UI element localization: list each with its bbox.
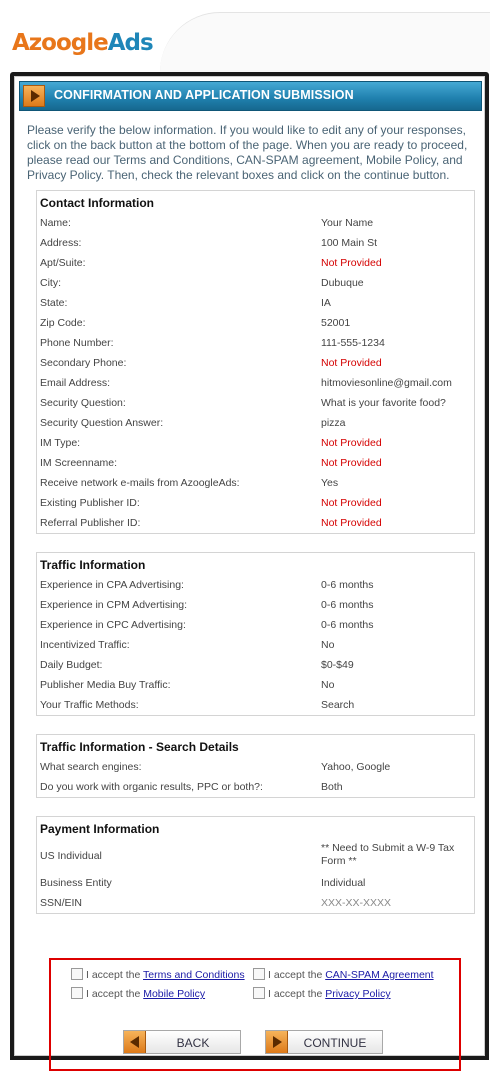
table-row: Experience in CPC Advertising: 0-6 months xyxy=(40,619,374,631)
arrow-left-icon xyxy=(124,1031,146,1053)
table-row: Security Question: What is your favorite … xyxy=(40,397,446,409)
table-row: Business Entity Individual xyxy=(40,877,366,889)
mobile-policy-link[interactable]: Mobile Policy xyxy=(143,988,205,1000)
canspam-agreement: I accept the CAN-SPAM Agreement xyxy=(253,968,434,981)
canspam-link[interactable]: CAN-SPAM Agreement xyxy=(325,969,433,981)
table-row: Existing Publisher ID: Not Provided xyxy=(40,497,382,509)
title-bar: CONFIRMATION AND APPLICATION SUBMISSION xyxy=(19,81,482,111)
agreement-box: I accept the Terms and Conditions I acce… xyxy=(49,958,461,1071)
table-row: US Individual ** Need to Submit a W-9 Tax… xyxy=(40,842,455,867)
continue-button[interactable]: CONTINUE xyxy=(265,1030,383,1054)
mobile-checkbox[interactable] xyxy=(71,987,83,999)
terms-agreement: I accept the Terms and Conditions xyxy=(71,968,245,981)
table-row: City: Dubuque xyxy=(40,277,364,289)
section-heading: Contact Information xyxy=(40,196,154,210)
table-row: Address: 100 Main St xyxy=(40,237,378,249)
intro-text: Please verify the below information. If … xyxy=(27,123,468,182)
table-row: Apt/Suite: Not Provided xyxy=(40,257,382,269)
privacy-checkbox[interactable] xyxy=(253,987,265,999)
panel-content: CONFIRMATION AND APPLICATION SUBMISSION … xyxy=(14,76,485,1071)
table-row: State: IA xyxy=(40,297,331,309)
header-background xyxy=(160,12,490,72)
search-details-section: Traffic Information - Search Details Wha… xyxy=(36,734,475,798)
table-row: Security Question Answer: pizza xyxy=(40,417,346,429)
table-row: IM Screenname: Not Provided xyxy=(40,457,382,469)
table-row: Incentivized Traffic: No xyxy=(40,639,335,651)
table-row: Zip Code: 52001 xyxy=(40,317,351,329)
table-row: Publisher Media Buy Traffic: No xyxy=(40,679,335,691)
table-row: What search engines: Yahoo, Google xyxy=(40,761,391,773)
section-heading: Traffic Information - Search Details xyxy=(40,740,239,754)
table-row: Your Traffic Methods: Search xyxy=(40,699,355,711)
privacy-agreement: I accept the Privacy Policy xyxy=(253,987,391,1000)
page-title: CONFIRMATION AND APPLICATION SUBMISSION xyxy=(54,88,354,102)
table-row: Email Address: hitmoviesonline@gmail.com xyxy=(40,377,452,389)
table-row: Daily Budget: $0-$49 xyxy=(40,659,354,671)
table-row: Experience in CPA Advertising: 0-6 months xyxy=(40,579,374,591)
mobile-agreement: I accept the Mobile Policy xyxy=(71,987,205,1000)
azoogleads-logo[interactable]: AzoogleAds xyxy=(12,30,154,56)
contact-rows: Name: Your Name Address: 100 Main St Apt/S… xyxy=(37,213,474,533)
table-row: Name: Your Name xyxy=(40,217,374,229)
privacy-policy-link[interactable]: Privacy Policy xyxy=(325,988,390,1000)
table-row: Do you work with organic results, PPC or… xyxy=(40,781,343,793)
arrow-right-icon xyxy=(23,85,45,107)
table-row: Referral Publisher ID: Not Provided xyxy=(40,517,382,529)
traffic-section: Traffic Information Experience in CPA Ad… xyxy=(36,552,475,716)
table-row: SSN/EIN XXX-XX-XXXX xyxy=(40,897,392,909)
back-button[interactable]: BACK xyxy=(123,1030,241,1054)
payment-section: Payment Information US Individual ** Need… xyxy=(36,816,475,914)
terms-checkbox[interactable] xyxy=(71,968,83,980)
table-row: Secondary Phone: Not Provided xyxy=(40,357,382,369)
table-row: Phone Number: 111-555-1234 xyxy=(40,337,385,349)
table-row: Receive network e-mails from AzoogleAds:… xyxy=(40,477,339,489)
contact-section: Contact Information Name: Your Name Addre… xyxy=(36,190,475,534)
arrow-right-icon xyxy=(266,1031,288,1053)
main-panel: CONFIRMATION AND APPLICATION SUBMISSION … xyxy=(10,72,489,1071)
terms-link[interactable]: Terms and Conditions xyxy=(143,969,245,981)
table-row: Experience in CPM Advertising: 0-6 months xyxy=(40,599,374,611)
canspam-checkbox[interactable] xyxy=(253,968,265,980)
table-row: IM Type: Not Provided xyxy=(40,437,382,449)
section-heading: Payment Information xyxy=(40,822,160,836)
section-heading: Traffic Information xyxy=(40,558,146,572)
